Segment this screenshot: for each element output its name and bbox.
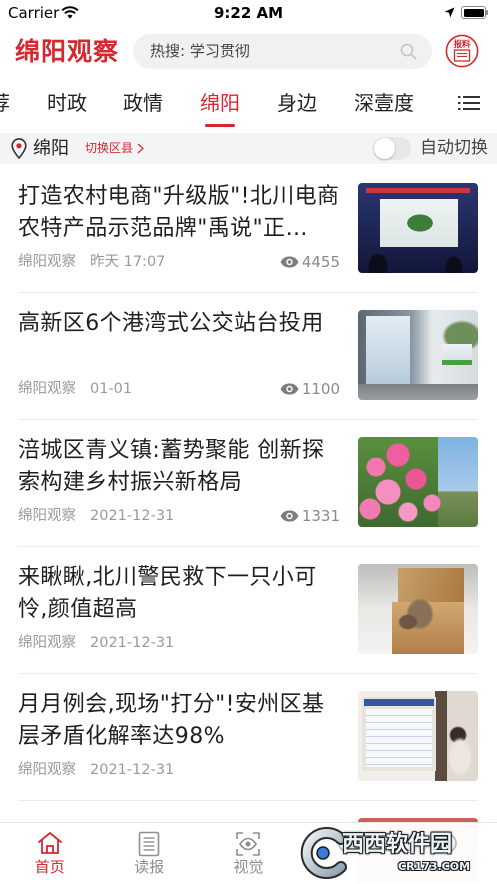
news-thumbnail	[358, 691, 478, 781]
search-icon	[400, 43, 417, 60]
news-item[interactable]: 高新区6个港湾式公交站台投用 绵阳观察 01-01 1100	[0, 293, 497, 420]
newspaper-icon	[138, 831, 160, 857]
battery-level	[463, 8, 484, 17]
news-time: 昨天 17:07	[90, 254, 166, 270]
news-title: 涪城区青义镇:蓄势聚能 创新探索构建乡村振兴新格局	[18, 438, 325, 495]
clock: 9:22 AM	[213, 4, 284, 22]
news-source: 绵阳观察	[18, 254, 76, 270]
tabbar-label: 视觉	[233, 858, 264, 876]
tab-politics[interactable]: 时政	[47, 80, 87, 126]
app-logo: 绵阳观察	[15, 37, 120, 66]
news-meta: 绵阳观察 2021-12-31	[18, 506, 174, 526]
search-bar[interactable]: 热搜: 学习贯彻	[133, 34, 432, 69]
news-source: 绵阳观察	[18, 508, 76, 524]
news-views: 1331	[280, 506, 340, 526]
news-time: 2021-12-31	[90, 508, 175, 524]
current-city: 绵阳	[33, 138, 69, 159]
news-title: 来瞅瞅,北川警民救下一只小可怜,颜值超高	[18, 565, 317, 622]
report-news-button[interactable]: 报料	[445, 33, 479, 69]
news-meta: 绵阳观察 01-01	[18, 379, 132, 399]
eye-icon	[280, 510, 299, 522]
switch-district-link[interactable]: 切换区县	[85, 133, 133, 164]
news-thumbnail	[358, 183, 478, 273]
tabbar-label: 读报	[134, 858, 165, 876]
news-source: 绵阳观察	[18, 762, 76, 778]
news-title: 打造农村电商"升级版"!北川电商农特产品示范品牌"禹说"正…	[18, 184, 340, 241]
tab-in-depth[interactable]: 深壹度	[354, 80, 414, 126]
news-source: 绵阳观察	[18, 381, 76, 397]
active-tab-indicator	[205, 124, 235, 127]
location-bar: 绵阳 切换区县 自动切换	[0, 133, 497, 164]
tabbar-label: 首页	[34, 858, 65, 876]
battery-nub	[486, 10, 488, 15]
search-hot-keyword: 热搜: 学习贯彻	[150, 42, 250, 60]
watermark-url: CR173.COM	[398, 860, 471, 873]
news-item[interactable]: 来瞅瞅,北川警民救下一只小可怜,颜值超高 绵阳观察 2021-12-31	[0, 547, 497, 674]
news-title: 高新区6个港湾式公交站台投用	[18, 311, 324, 336]
news-time: 2021-12-31	[90, 762, 175, 778]
auto-switch-label: 自动切换	[420, 138, 488, 158]
location-pin-icon	[11, 138, 27, 159]
report-label: 报料	[453, 39, 471, 50]
eye-frame-icon	[236, 832, 261, 856]
watermark-name: 西西软件园	[342, 832, 453, 857]
news-list: 打造农村电商"升级版"!北川电商农特产品示范品牌"禹说"正… 绵阳观察 昨天 17…	[0, 166, 497, 883]
news-item[interactable]: 涪城区青义镇:蓄势聚能 创新探索构建乡村振兴新格局 绵阳观察 2021-12-31…	[0, 420, 497, 547]
news-thumbnail	[358, 437, 478, 527]
eye-icon	[280, 256, 299, 268]
tab-government[interactable]: 政情	[123, 80, 163, 126]
news-source: 绵阳观察	[18, 635, 76, 651]
tab-mianyang[interactable]: 绵阳	[200, 80, 240, 126]
news-meta: 绵阳观察 2021-12-31	[18, 760, 174, 780]
status-bar: Carrier 9:22 AM	[0, 0, 497, 26]
tabbar-item-home[interactable]: 首页	[0, 823, 99, 884]
tabbar-item-visual[interactable]: 视觉	[199, 823, 298, 884]
news-time: 01-01	[90, 381, 133, 397]
channel-menu-icon[interactable]	[458, 94, 480, 112]
tab-nearby[interactable]: 身边	[277, 80, 317, 126]
news-views: 4455	[280, 252, 340, 272]
tab-recommended[interactable]: 荐	[0, 80, 10, 126]
news-item[interactable]: 打造农村电商"升级版"!北川电商农特产品示范品牌"禹说"正… 绵阳观察 昨天 17…	[0, 166, 497, 293]
location-arrow-icon	[444, 7, 455, 18]
news-views: 1100	[280, 379, 340, 399]
battery-icon	[461, 6, 486, 19]
view-count: 1331	[301, 507, 340, 525]
tabbar-item-newspaper[interactable]: 读报	[99, 823, 198, 884]
view-count: 1100	[301, 380, 340, 398]
news-time: 2021-12-31	[90, 635, 175, 651]
news-thumbnail	[358, 310, 478, 400]
eye-icon	[280, 383, 299, 395]
news-meta: 绵阳观察 2021-12-31	[18, 633, 174, 653]
news-item[interactable]: 月月例会,现场"打分"!安州区基层矛盾化解率达98% 绵阳观察 2021-12-3…	[0, 674, 497, 801]
watermark: 西西软件园 CR173.COM	[298, 823, 497, 883]
toggle-knob	[374, 138, 395, 159]
auto-switch-toggle[interactable]	[373, 137, 411, 160]
news-title: 月月例会,现场"打分"!安州区基层矛盾化解率达98%	[18, 692, 325, 749]
chevron-right-icon[interactable]	[137, 143, 144, 154]
view-count: 4455	[301, 253, 340, 271]
news-thumbnail	[358, 564, 478, 654]
news-meta: 绵阳观察 昨天 17:07	[18, 252, 165, 272]
home-icon	[37, 832, 62, 854]
